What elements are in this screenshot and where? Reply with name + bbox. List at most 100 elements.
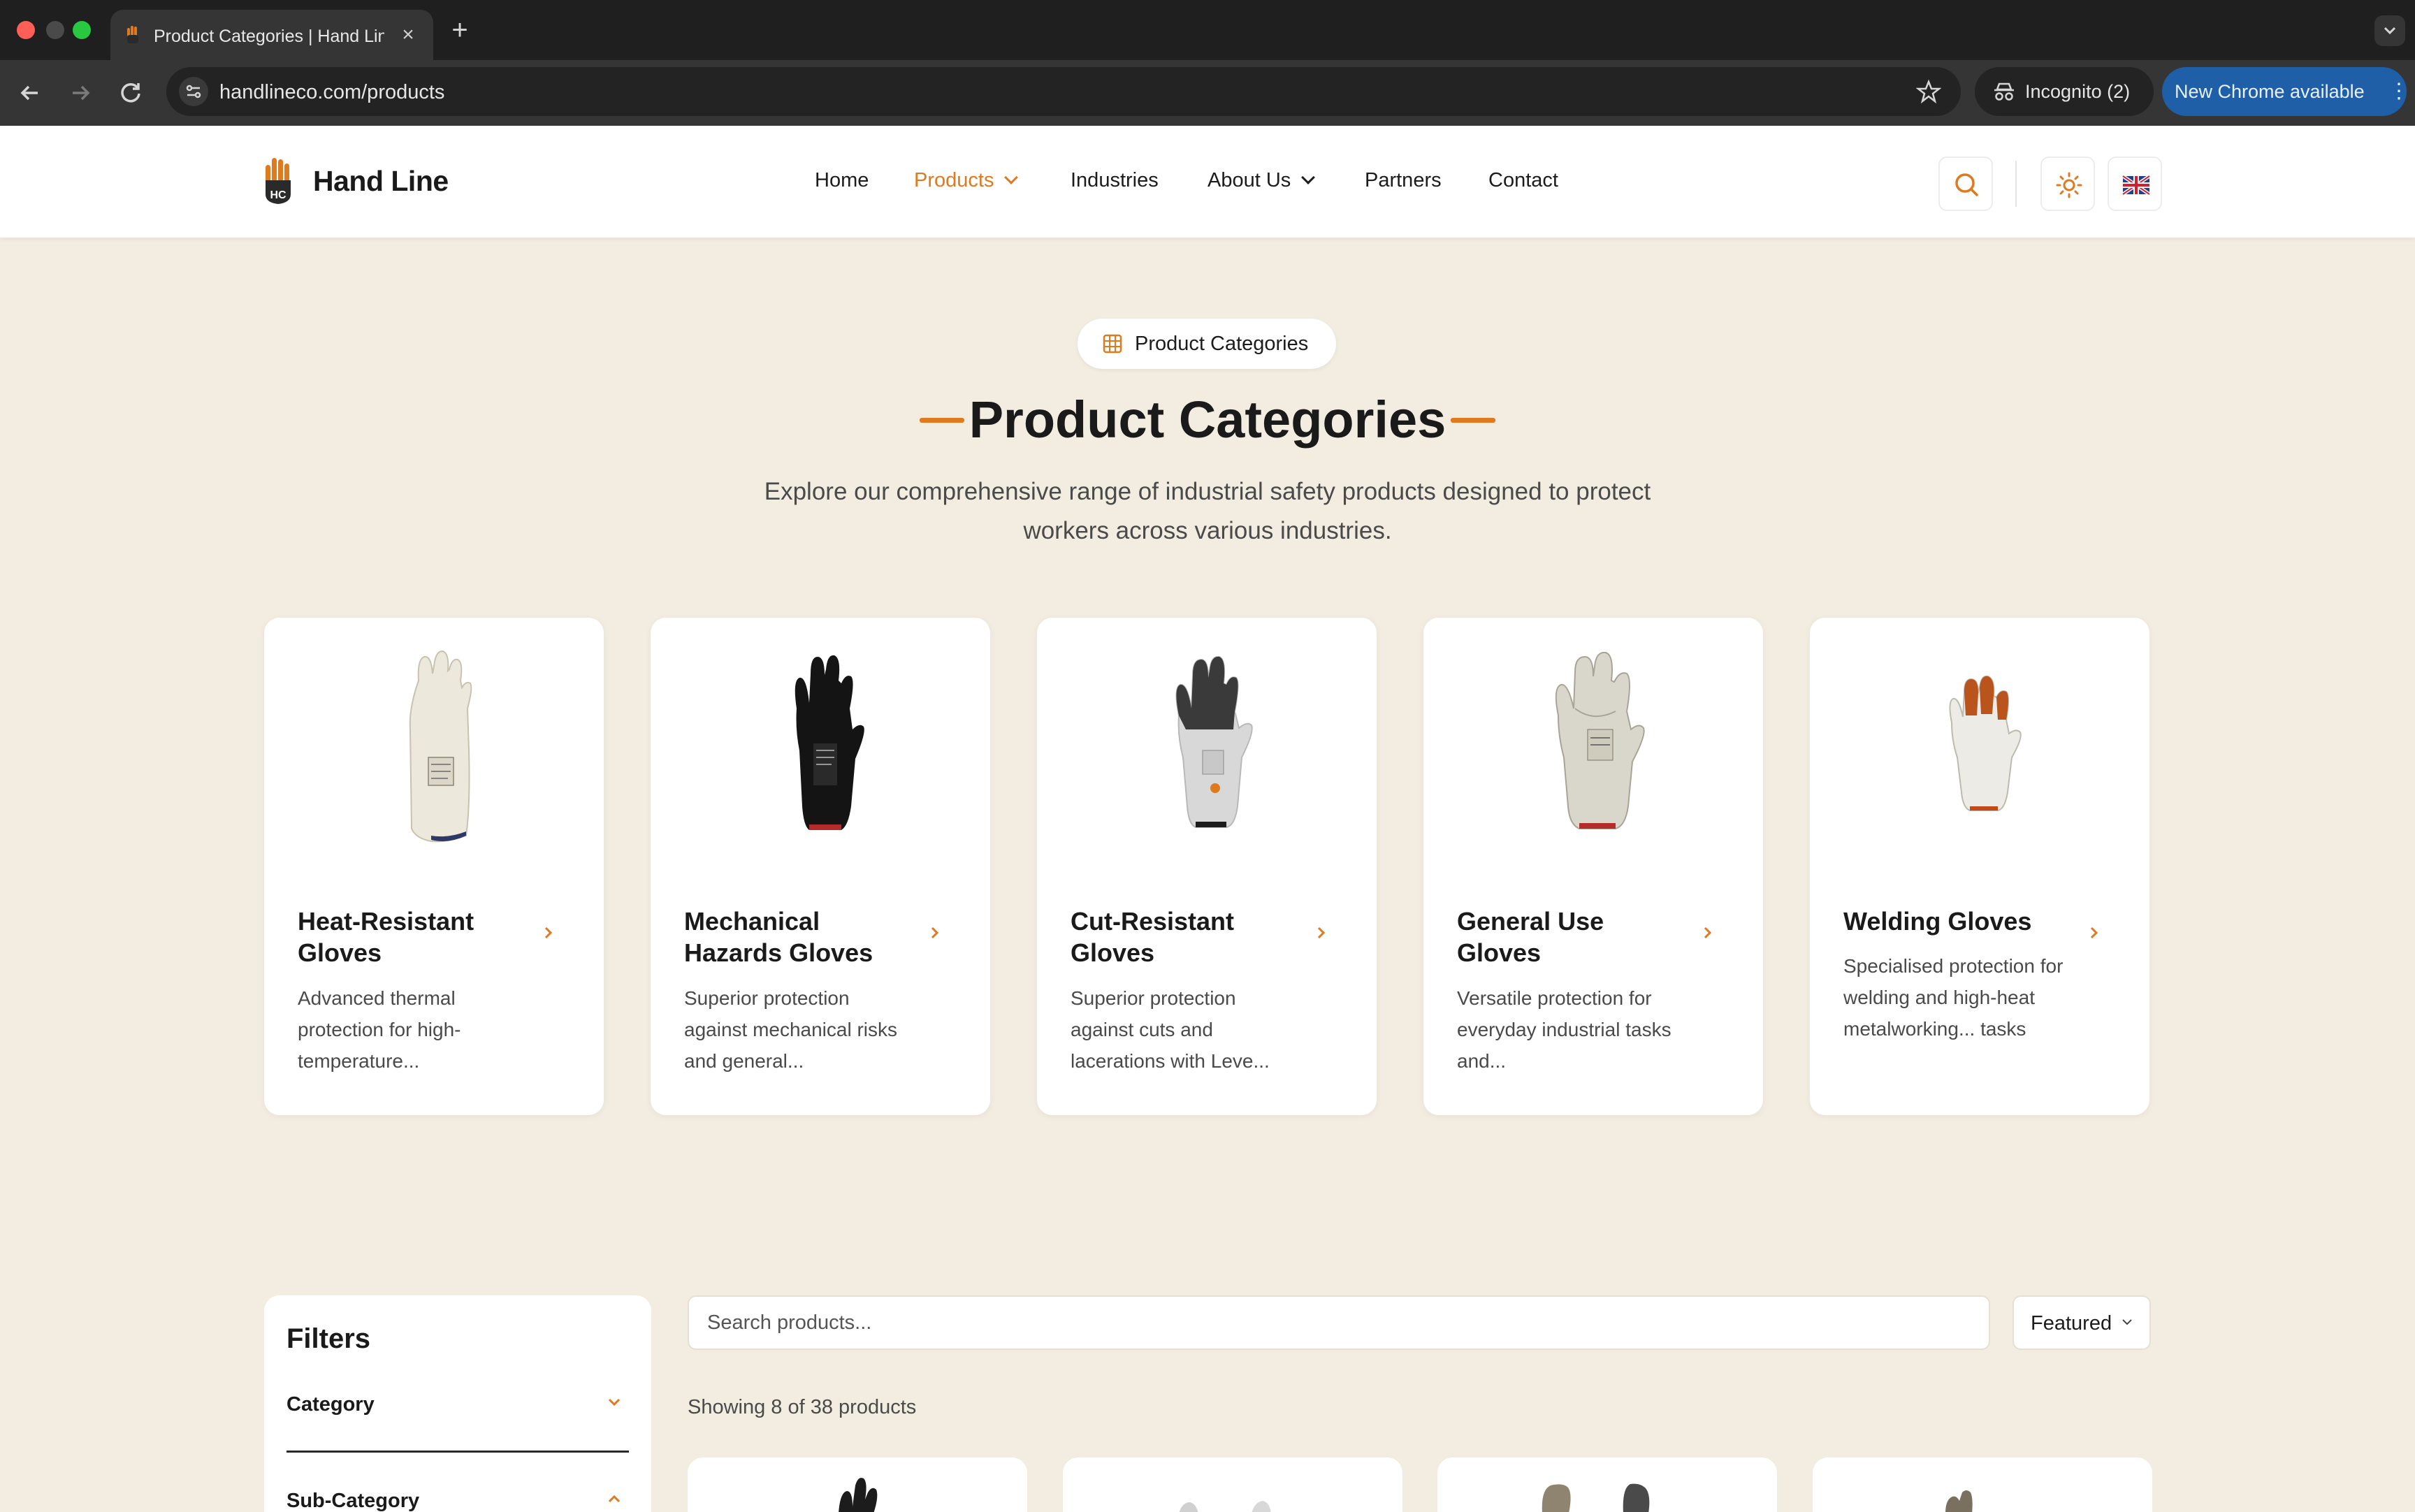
chrome-update-label: New Chrome available: [2175, 81, 2365, 102]
product-card[interactable]: [1063, 1458, 1402, 1512]
product-card[interactable]: [1437, 1458, 1777, 1512]
category-card-mechanical-hazards[interactable]: Mechanical Hazards Gloves Superior prote…: [651, 618, 990, 1115]
filters-title: Filters: [287, 1323, 371, 1354]
section-badge: Product Categories: [1078, 319, 1336, 369]
search-icon: [1955, 173, 1978, 196]
welding-glove-image: [1949, 675, 2022, 811]
bookmark-star-icon[interactable]: [1916, 79, 1941, 104]
page-subtitle-line-2: workers across various industries.: [1023, 517, 1392, 544]
search-input[interactable]: [689, 1297, 1989, 1349]
page-subtitle-line-1: Explore our comprehensive range of indus…: [764, 478, 1651, 505]
page-subtitle: Explore our comprehensive range of indus…: [718, 472, 1697, 551]
product-search: [688, 1295, 1990, 1350]
category-card-heat-resistant[interactable]: Heat-Resistant Gloves Advanced thermal p…: [264, 618, 604, 1115]
filter-subcategory-label: Sub-Category: [287, 1490, 420, 1512]
category-description: Versatile protection for everyday indust…: [1457, 987, 1671, 1072]
browser-toolbar: handlineco.com/products Incognito (2) Ne…: [0, 60, 2415, 126]
nav-products[interactable]: Products: [914, 169, 1019, 192]
sort-label: Featured: [2031, 1312, 2112, 1335]
category-description: Superior protection against cuts and lac…: [1071, 987, 1270, 1072]
tab-close-icon[interactable]: ×: [396, 22, 421, 48]
chrome-update-button[interactable]: New Chrome available ⋮: [2162, 67, 2409, 116]
new-tab-icon[interactable]: +: [446, 16, 474, 45]
cut-resistant-glove-image: [1175, 655, 1253, 828]
chevron-right-icon[interactable]: [1697, 922, 1718, 943]
category-description: Advanced thermal protection for high-tem…: [298, 987, 461, 1072]
incognito-icon: [1994, 82, 2014, 101]
chevron-down-icon: [2122, 1319, 2132, 1325]
nav-industries[interactable]: Industries: [1071, 169, 1159, 192]
category-name: Cut-Resistant Gloves: [1071, 907, 1235, 967]
nav-home[interactable]: Home: [815, 169, 869, 192]
site-settings-icon[interactable]: [179, 77, 208, 106]
filter-divider: [287, 1451, 629, 1453]
category-name: Heat-Resistant Gloves: [298, 907, 474, 967]
category-description: Specialised protection for welding and h…: [1843, 955, 2064, 1040]
window-close-button[interactable]: [17, 21, 35, 39]
chevron-right-icon[interactable]: [924, 922, 945, 943]
page-title: Product Categories: [969, 391, 1446, 449]
category-name: Welding Gloves: [1843, 907, 2032, 936]
chevron-down-icon: [1004, 170, 1019, 184]
language-button[interactable]: [2108, 157, 2162, 211]
filter-category-toggle[interactable]: Category: [287, 1388, 629, 1423]
svg-text:HC: HC: [270, 189, 287, 201]
reload-icon[interactable]: [116, 78, 145, 108]
section-badge-label: Product Categories: [1135, 333, 1309, 355]
tab-search-button[interactable]: [2374, 15, 2405, 46]
hand-line-favicon-icon: [127, 26, 138, 43]
mechanical-hazards-glove-image: [795, 655, 864, 830]
search-button[interactable]: [1938, 157, 1993, 211]
grid-icon: [1103, 334, 1122, 354]
tab-title: Product Categories | Hand Line: [154, 27, 384, 46]
address-bar[interactable]: handlineco.com/products: [166, 67, 1961, 116]
logo-text[interactable]: Hand Line: [313, 165, 449, 198]
product-card[interactable]: [1813, 1458, 2152, 1512]
url-text: handlineco.com/products: [219, 81, 445, 103]
product-image: [1945, 1490, 1973, 1512]
back-arrow-icon[interactable]: [15, 78, 45, 108]
window-minimize-button[interactable]: [46, 21, 64, 39]
product-image: [1179, 1501, 1271, 1512]
incognito-button[interactable]: Incognito (2): [1975, 67, 2154, 116]
chevron-down-icon: [2384, 27, 2396, 35]
site-header: HC Hand Line Home Products Industries Ab…: [0, 126, 2415, 238]
nav-contact[interactable]: Contact: [1488, 169, 1558, 192]
heat-resistant-glove-image: [409, 650, 472, 843]
forward-arrow-icon[interactable]: [66, 78, 95, 108]
chevron-right-icon[interactable]: [538, 922, 559, 943]
chevron-right-icon[interactable]: [2084, 922, 2105, 943]
browser-tab-bar: Product Categories | Hand Line × +: [0, 0, 2415, 60]
sort-dropdown[interactable]: Featured: [2012, 1295, 2151, 1350]
filter-subcategory-toggle[interactable]: Sub-Category: [287, 1484, 629, 1512]
product-card[interactable]: [688, 1458, 1027, 1512]
incognito-label: Incognito (2): [2025, 81, 2131, 102]
category-card-cut-resistant[interactable]: Cut-Resistant Gloves Superior protection…: [1037, 618, 1377, 1115]
chevron-right-icon[interactable]: [1311, 922, 1332, 943]
product-image: [839, 1478, 878, 1512]
category-name: General Use Gloves: [1457, 907, 1604, 967]
title-dash-right: [1451, 418, 1495, 423]
filter-category-label: Category: [287, 1393, 375, 1416]
product-image: [1542, 1483, 1650, 1512]
general-use-glove-image: [1555, 651, 1645, 829]
chevron-down-icon: [1301, 170, 1316, 184]
more-options-icon[interactable]: ⋮: [2388, 78, 2409, 105]
product-count: Showing 8 of 38 products: [688, 1396, 917, 1418]
theme-toggle-button[interactable]: [2040, 157, 2095, 211]
nav-partners[interactable]: Partners: [1365, 169, 1442, 192]
window-zoom-button[interactable]: [73, 21, 91, 39]
sun-icon: [2056, 172, 2082, 198]
category-card-general-use[interactable]: General Use Gloves Versatile protection …: [1423, 618, 1763, 1115]
category-card-welding[interactable]: Welding Gloves Specialised protection fo…: [1810, 618, 2149, 1115]
browser-tab[interactable]: Product Categories | Hand Line ×: [110, 10, 433, 60]
nav-about-us[interactable]: About Us: [1208, 169, 1316, 192]
hand-line-logo-icon[interactable]: HC: [263, 157, 295, 205]
chevron-down-icon: [608, 1398, 621, 1406]
uk-flag-icon: [2122, 174, 2151, 196]
filters-panel: Filters Category Sub-Category: [264, 1295, 651, 1512]
category-name: Mechanical Hazards Gloves: [684, 907, 873, 967]
header-divider: [2015, 161, 2017, 207]
chevron-up-icon: [608, 1495, 621, 1503]
category-description: Superior protection against mechanical r…: [684, 987, 898, 1072]
